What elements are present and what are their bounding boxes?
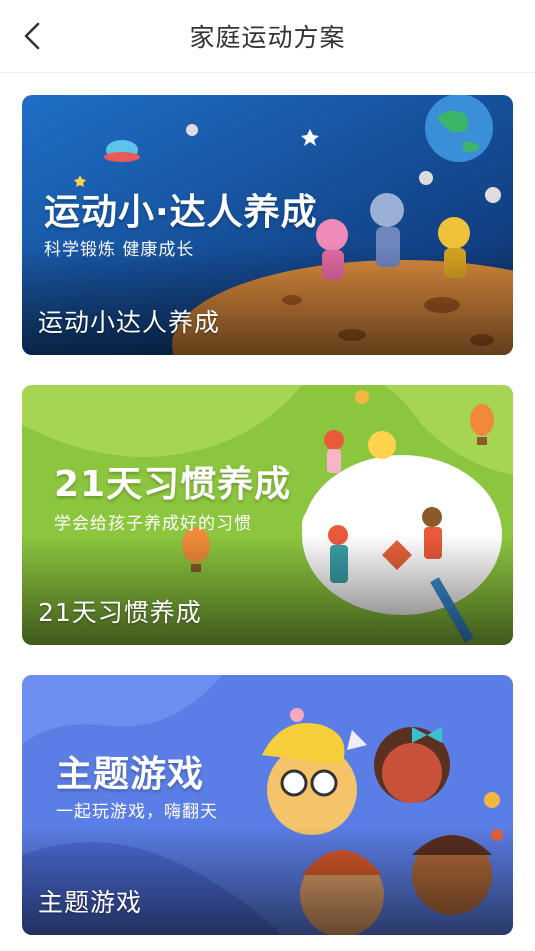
card-label: 运动小达人养成 [38, 308, 221, 337]
banner-subtitle: 学会给孩子养成好的习惯 [54, 514, 252, 534]
card-label: 21天习惯养成 [38, 598, 202, 627]
banner-title: 21天习惯养成 [54, 464, 292, 505]
navigation-bar: 家庭运动方案 [0, 0, 535, 73]
banner-subtitle: 一起玩游戏，嗨翻天 [56, 802, 218, 822]
card-sports-star[interactable]: 运动小·达人养成 科学锻炼 健康成长 运动小达人养成 [22, 95, 513, 355]
banner-title: 主题游戏 [56, 754, 205, 795]
card-label: 主题游戏 [38, 888, 143, 917]
card-theme-games[interactable]: 主题游戏 一起玩游戏，嗨翻天 主题游戏 [22, 675, 513, 935]
banner-title: 运动小·达人养成 [44, 192, 318, 233]
page-title: 家庭运动方案 [189, 23, 346, 52]
card-21-day-habit[interactable]: 21天习惯养成 学会给孩子养成好的习惯 21天习惯养成 [22, 385, 513, 645]
